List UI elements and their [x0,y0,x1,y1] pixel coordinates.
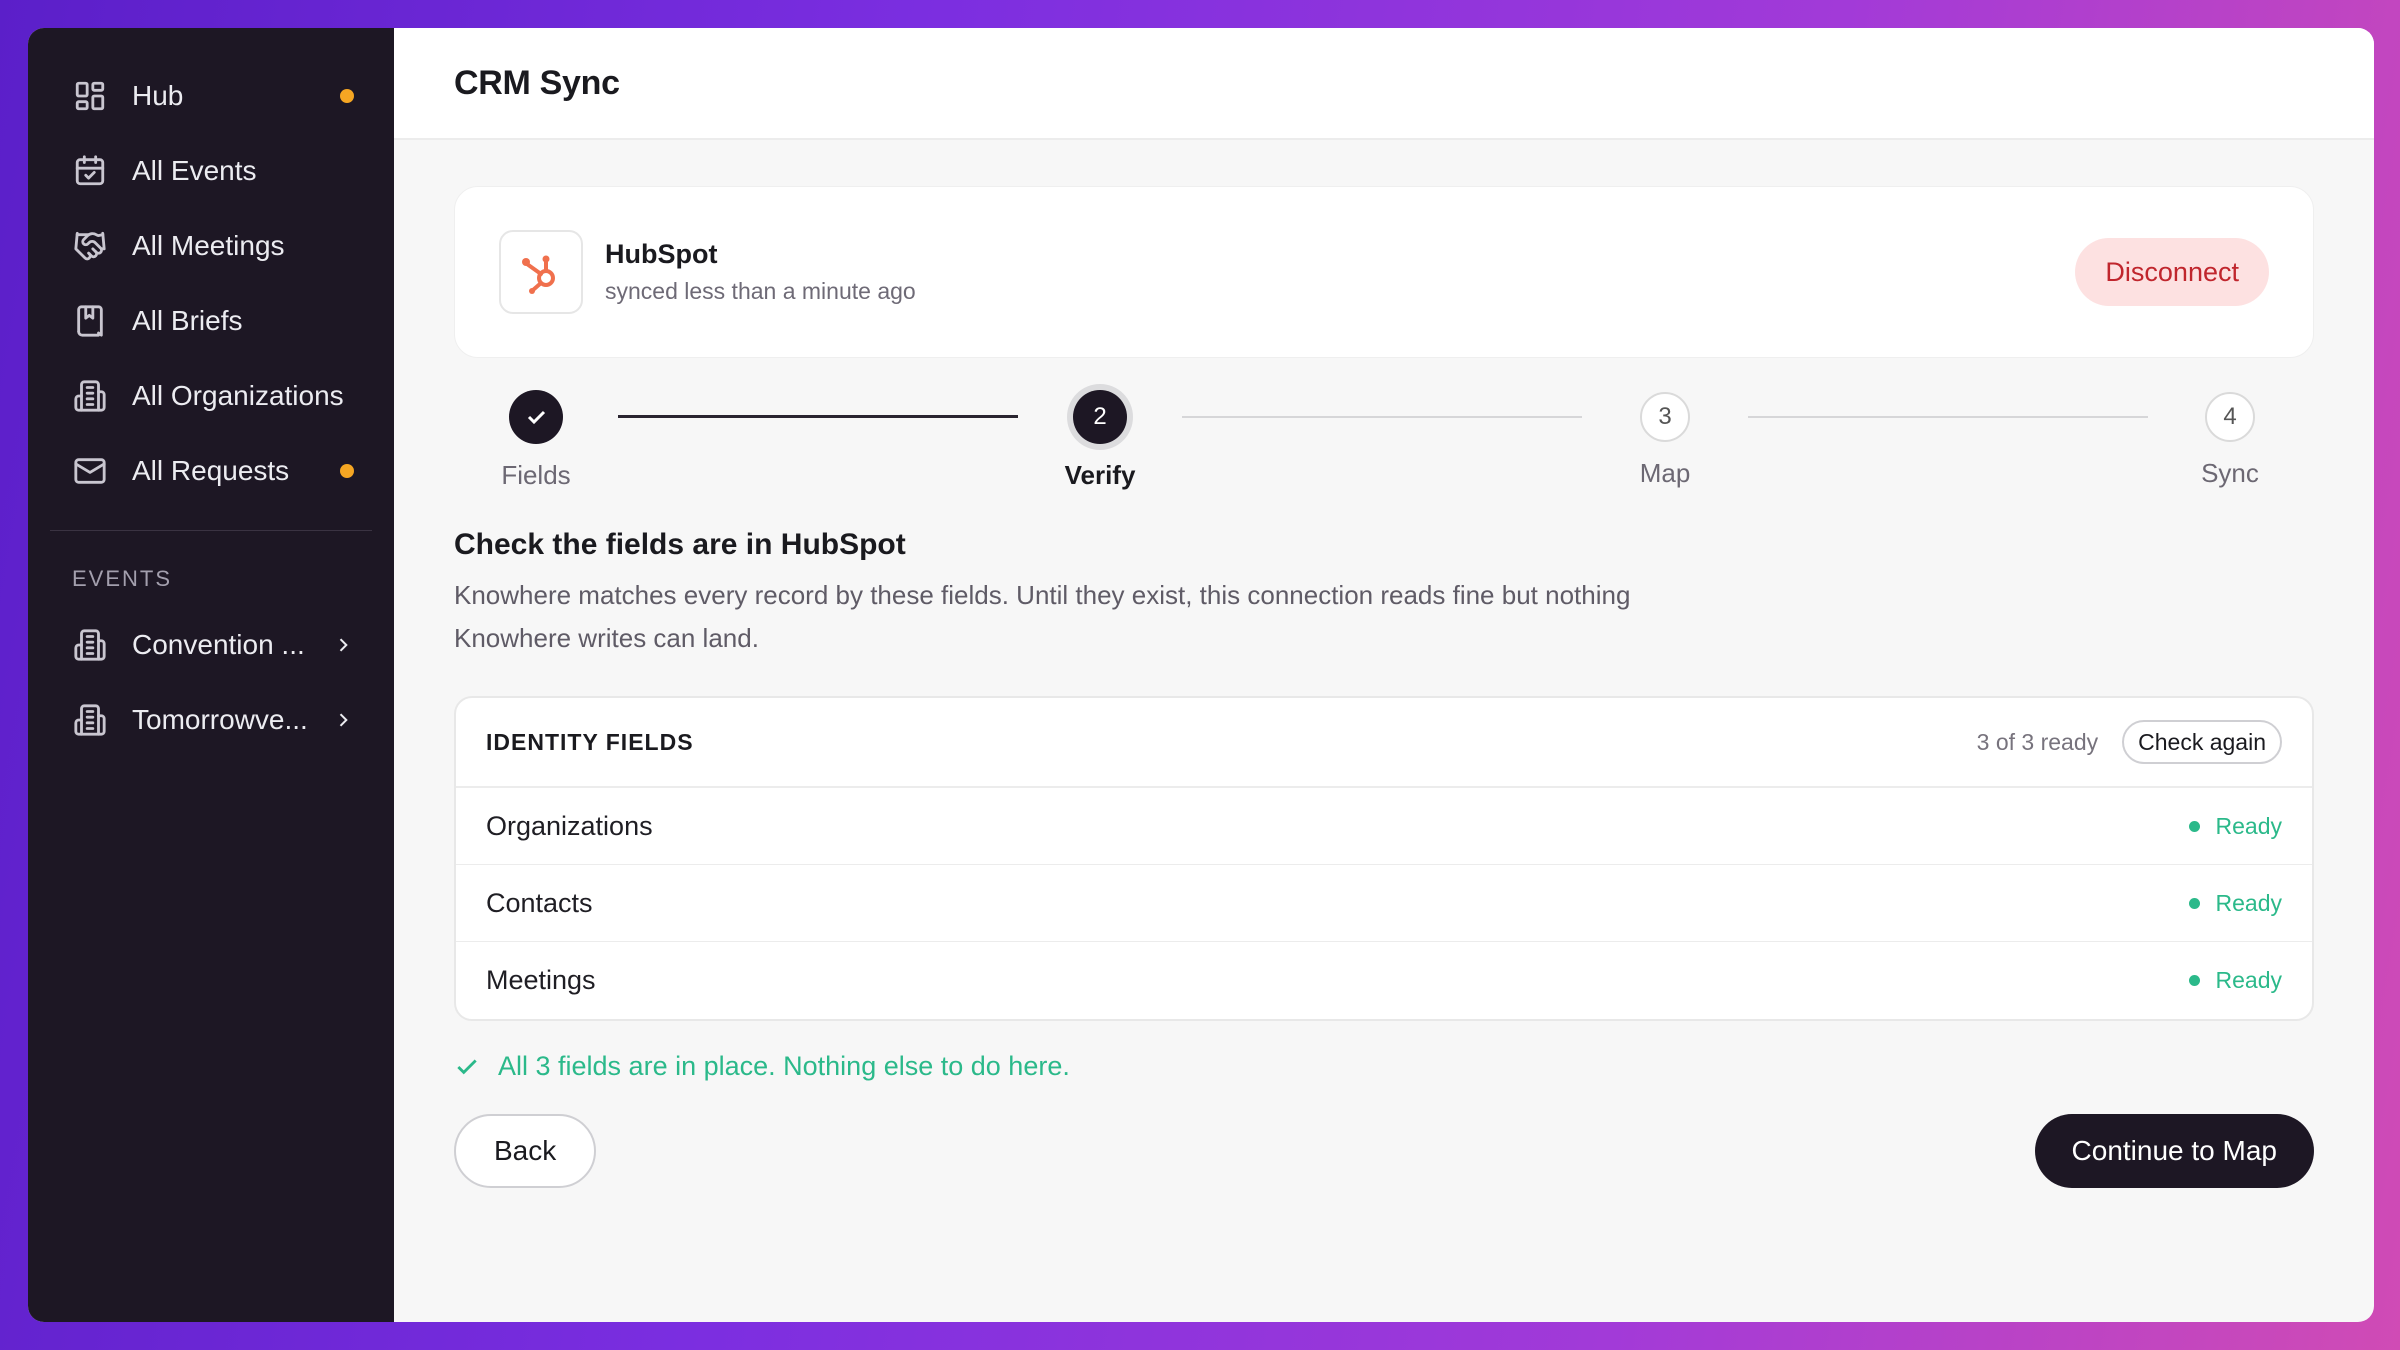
grid-icon [72,78,108,114]
step-number: 2 [1073,390,1127,444]
building-icon [72,627,108,663]
sidebar-item-hub[interactable]: Hub [28,58,394,133]
status-text: Ready [2215,812,2282,839]
section-description: Knowhere matches every record by these f… [454,580,1631,653]
sidebar-item-all-requests[interactable]: All Requests [28,433,394,508]
sidebar-item-label: All Requests [132,454,290,486]
integration-name: HubSpot [605,239,718,269]
integration-sync-status: synced less than a minute ago [605,278,916,304]
sidebar: Hub All Events All Meetings All Briefs A… [28,28,394,1322]
events-heading: EVENTS [72,566,173,591]
field-row-organizations: Organizations Ready [456,788,2312,865]
sidebar-item-all-meetings[interactable]: All Meetings [28,208,394,283]
sidebar-item-label: All Events [132,154,257,186]
content: HubSpot synced less than a minute ago Di… [394,140,2374,1188]
status-dot [2188,820,2200,832]
field-row-meetings: Meetings Ready [456,942,2312,1019]
step-connector-done [618,415,1018,418]
status-text: Ready [2215,889,2282,916]
field-row-contacts: Contacts Ready [456,865,2312,942]
sidebar-item-label: All Organizations [132,379,344,411]
stepper: Fields 2 Verify 3 Map 4 Sync [454,370,2314,520]
step-label: Map [1639,458,1691,488]
status-text: Ready [2215,967,2282,993]
page-title: CRM Sync [454,63,620,102]
mail-icon [72,453,108,489]
step-map[interactable]: 3 Map [1595,370,1735,489]
hubspot-icon [522,255,555,294]
step-number: 3 [1640,392,1690,442]
handshake-icon [72,228,108,264]
step-label: Sync [2201,458,2259,488]
bookmark-icon [72,303,108,339]
identity-fields-heading: IDENTITY FIELDS [486,728,694,755]
hubspot-logo [499,230,583,314]
header: CRM Sync [394,28,2374,140]
identity-fields-header: IDENTITY FIELDS 3 of 3 ready Check again [456,698,2312,788]
status-badge: Ready [2188,967,2282,994]
success-text: All 3 fields are in place. Nothing else … [498,1051,1070,1081]
sidebar-item-label: Convention ... [132,628,305,660]
calendar-icon [72,153,108,189]
chevron-right-icon [332,634,354,656]
sidebar-divider [50,530,372,531]
ready-count: 3 of 3 ready [1976,728,2099,755]
back-button[interactable]: Back [454,1114,597,1188]
status-dot [2188,897,2200,909]
sidebar-item-all-organizations[interactable]: All Organizations [28,358,394,433]
step-verify[interactable]: 2 Verify [1030,370,1170,491]
main-panel: CRM Sync HubSpot synced less than a minu… [394,28,2374,1322]
identity-fields-card: IDENTITY FIELDS 3 of 3 ready Check again… [454,696,2314,1021]
building-icon [72,702,108,738]
sidebar-event-convention[interactable]: Convention ... [28,607,394,682]
step-number: 4 [2205,392,2255,442]
chevron-right-icon [332,709,354,731]
sidebar-item-label: Hub [132,79,184,111]
field-name: Organizations [486,810,653,841]
sidebar-item-all-briefs[interactable]: All Briefs [28,283,394,358]
sidebar-item-label: Tomorrowve... [132,703,308,735]
section-title: Check the fields are in HubSpot [454,528,906,561]
field-name: Meetings [486,965,596,995]
status-badge: Ready [2188,812,2282,840]
status-dot [2188,975,2200,986]
check-icon [509,390,563,444]
sidebar-item-all-events[interactable]: All Events [28,133,394,208]
step-fields[interactable]: Fields [466,370,606,491]
notification-dot [340,88,354,103]
disconnect-button[interactable]: Disconnect [2075,238,2269,306]
check-icon [457,1059,477,1074]
actions: Back Continue to Map [454,1114,2314,1188]
check-again-button[interactable]: Check again [2122,720,2282,764]
step-sync[interactable]: 4 Sync [2160,370,2300,489]
continue-button[interactable]: Continue to Map [2034,1114,2314,1188]
step-connector [1748,416,2148,418]
building-icon [72,378,108,414]
notification-dot [340,463,354,478]
sidebar-item-label: All Meetings [132,229,285,261]
success-message: All 3 fields are in place. Nothing else … [454,1051,2314,1082]
field-name: Contacts [486,887,593,918]
sidebar-event-tomorrowverse[interactable]: Tomorrowve... [28,682,394,757]
step-connector [1182,416,1582,418]
app-window: Hub All Events All Meetings All Briefs A… [28,28,2374,1322]
integration-info: HubSpot synced less than a minute ago [605,239,2075,305]
status-badge: Ready [2188,889,2282,917]
step-label: Verify [1064,460,1136,490]
step-label: Fields [501,460,571,490]
sidebar-item-label: All Briefs [132,304,243,336]
integration-card: HubSpot synced less than a minute ago Di… [454,186,2314,358]
